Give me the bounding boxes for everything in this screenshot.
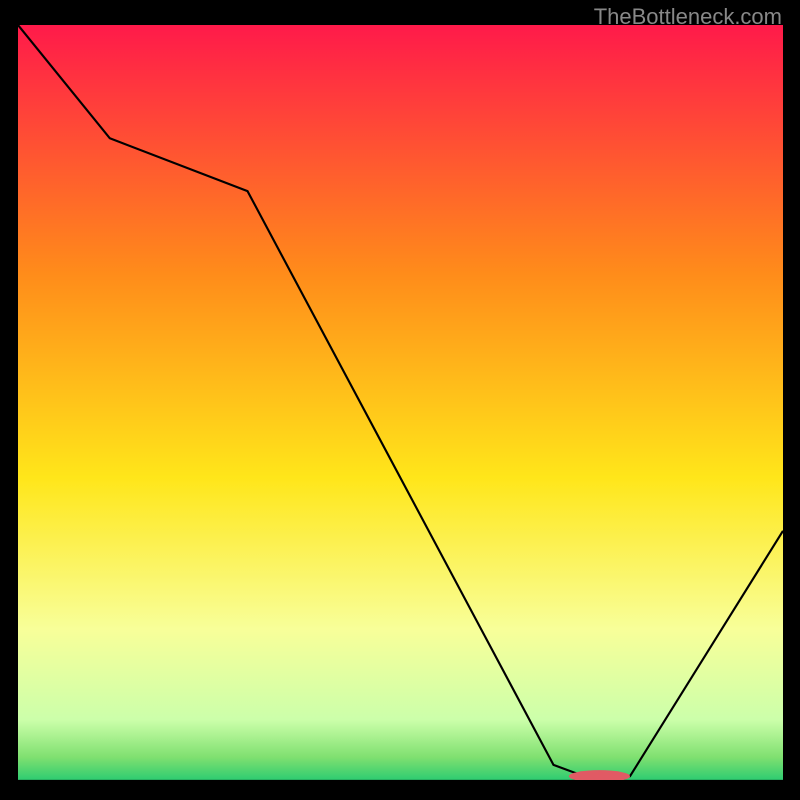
chart-svg <box>18 25 783 780</box>
gradient-background <box>18 25 783 780</box>
watermark-text: TheBottleneck.com <box>594 4 782 30</box>
chart-area <box>18 25 783 780</box>
